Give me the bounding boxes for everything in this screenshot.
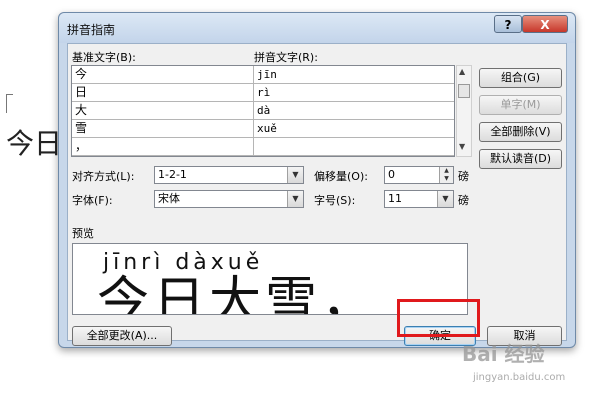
phonetic-guide-dialog: 拼音指南 ? X 基准文字(B): 拼音文字(R): 今 jīn 日 rì 大 …: [58, 12, 576, 348]
ruby-cell[interactable]: rì: [254, 84, 454, 101]
alignment-label: 对齐方式(L):: [72, 170, 135, 183]
preview-text: 今日大雪，: [97, 272, 378, 315]
document-text: 今日: [6, 127, 63, 160]
scroll-thumb[interactable]: [458, 84, 470, 98]
base-cell[interactable]: 大: [72, 102, 254, 119]
help-button[interactable]: ?: [494, 15, 522, 33]
alignment-select[interactable]: 1-2-1 ▼: [154, 166, 304, 184]
ruby-cell[interactable]: jīn: [254, 66, 454, 83]
dialog-title: 拼音指南: [67, 23, 116, 37]
font-label: 字体(F):: [72, 194, 113, 207]
offset-unit: 磅: [458, 170, 469, 183]
dialog-titlebar[interactable]: 拼音指南 ? X: [59, 13, 575, 43]
scroll-up-icon[interactable]: ▲: [459, 67, 465, 76]
base-cell[interactable]: 日: [72, 84, 254, 101]
close-button[interactable]: X: [522, 15, 568, 33]
chevron-down-icon[interactable]: ▼: [287, 167, 303, 183]
grid-row: ，: [72, 138, 454, 156]
base-cell[interactable]: ，: [72, 138, 254, 155]
alignment-value: 1-2-1: [158, 168, 187, 181]
size-label: 字号(S):: [314, 194, 356, 207]
spin-arrows-icon[interactable]: ▲ ▼: [439, 167, 453, 183]
phonetic-grid: 今 jīn 日 rì 大 dà 雪 xuě ，: [71, 65, 455, 157]
size-select[interactable]: 11 ▼: [384, 190, 454, 208]
ruby-text-label: 拼音文字(R):: [254, 51, 318, 64]
ruby-cell[interactable]: dà: [254, 102, 454, 119]
size-unit: 磅: [458, 194, 469, 207]
scroll-down-icon[interactable]: ▼: [459, 142, 465, 151]
grid-scrollbar[interactable]: ▲ ▼: [456, 65, 472, 157]
grid-row: 大 dà: [72, 102, 454, 120]
font-select[interactable]: 宋体 ▼: [154, 190, 304, 208]
baidu-watermark-url: jingyan.baidu.com: [473, 372, 566, 383]
base-cell[interactable]: 今: [72, 66, 254, 83]
dialog-body: 基准文字(B): 拼音文字(R): 今 jīn 日 rì 大 dà 雪 xuě …: [67, 43, 567, 346]
ok-button-highlight: [397, 299, 480, 337]
ruby-cell[interactable]: xuě: [254, 120, 454, 137]
grid-row: 雪 xuě: [72, 120, 454, 138]
baidu-watermark: Bai 经验: [462, 342, 545, 366]
grid-row: 日 rì: [72, 84, 454, 102]
mono-button[interactable]: 单字(M): [479, 95, 562, 115]
document-margin-mark: [6, 94, 13, 113]
clear-all-button[interactable]: 全部删除(V): [479, 122, 562, 142]
group-button[interactable]: 组合(G): [479, 68, 562, 88]
base-text-label: 基准文字(B):: [72, 51, 136, 64]
preview-label: 预览: [72, 227, 94, 240]
offset-value: 0: [388, 168, 395, 181]
font-value: 宋体: [158, 192, 180, 205]
grid-row: 今 jīn: [72, 66, 454, 84]
ruby-cell[interactable]: [254, 138, 454, 155]
base-cell[interactable]: 雪: [72, 120, 254, 137]
chevron-down-icon[interactable]: ▼: [437, 191, 453, 207]
offset-label: 偏移量(O):: [314, 170, 368, 183]
chevron-down-icon[interactable]: ▼: [287, 191, 303, 207]
size-value: 11: [388, 192, 402, 205]
offset-spinner[interactable]: 0 ▲ ▼: [384, 166, 454, 184]
change-all-button[interactable]: 全部更改(A)...: [72, 326, 172, 346]
default-reading-button[interactable]: 默认读音(D): [479, 149, 562, 169]
